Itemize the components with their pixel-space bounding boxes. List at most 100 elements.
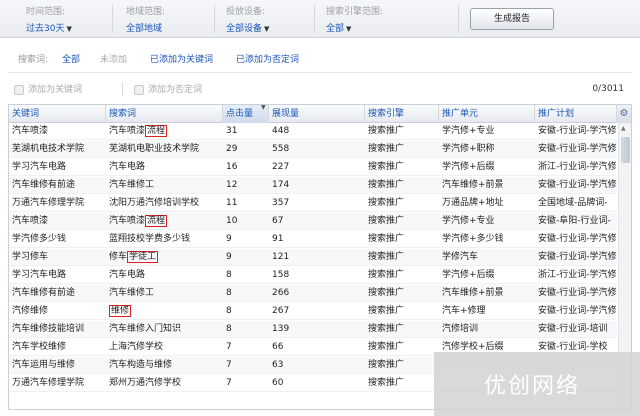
clicks-cell: 8 bbox=[226, 288, 232, 298]
search-engine-cell: 搜索推广 bbox=[368, 234, 405, 244]
impressions-cell: 63 bbox=[272, 360, 284, 370]
keyword-cell: 汽车喷漆 bbox=[12, 126, 49, 136]
col-search-term[interactable]: 搜索词 bbox=[106, 105, 223, 123]
table-row[interactable]: 学习修车 修车 学徒工 9 121 搜索推广 学修汽车 安徽-行业词-学汽修 bbox=[9, 249, 617, 266]
campaign-cell: 浙江-行业词-学汽修 bbox=[538, 270, 617, 280]
table-row[interactable]: 汽车维修有前途 汽车维修工 8 266 搜索推广 汽车维修+前景 安徽-行业词-学汽修 bbox=[9, 285, 617, 302]
search-term-text: 汽车维修工 bbox=[109, 288, 155, 298]
search-engine-cell: 搜索推广 bbox=[368, 342, 405, 352]
search-engine-cell: 搜索推广 bbox=[368, 180, 405, 190]
clicks-cell: 9 bbox=[226, 234, 232, 244]
clicks-cell: 11 bbox=[226, 198, 238, 208]
keyword-cell: 汽修维修 bbox=[12, 306, 49, 316]
divider bbox=[314, 5, 315, 33]
impressions-cell: 66 bbox=[272, 342, 284, 352]
table-toolbar: 添加为关键词 添加为否定词 0/3011 bbox=[0, 80, 640, 100]
search-term-text: 汽车电路 bbox=[109, 162, 146, 172]
region-select[interactable]: 全部地域 bbox=[126, 21, 165, 34]
clicks-cell: 7 bbox=[226, 378, 232, 388]
tab-not-added[interactable]: 未添加 bbox=[100, 52, 127, 65]
search-term-cell: 蓝翔技校学费多少钱 bbox=[106, 231, 223, 248]
table-row[interactable]: 学习汽车电路 汽车电路 16 227 搜索推广 学汽修+后缀 浙江-行业词-学汽修 bbox=[9, 159, 617, 176]
table-row[interactable]: 学习汽车电路 汽车电路 8 158 搜索推广 学汽修+后缀 浙江-行业词-学汽修 bbox=[9, 267, 617, 284]
campaign-cell: 安徽-阜阳-行业词- bbox=[538, 216, 611, 226]
add-negative-button[interactable]: 添加为否定词 bbox=[134, 82, 202, 95]
keyword-cell: 学习汽车电路 bbox=[12, 162, 67, 172]
impressions-cell: 266 bbox=[272, 288, 290, 298]
time-range-filter[interactable]: 时间范围: 过去30天 ▼ bbox=[26, 4, 72, 34]
search-term-text: 汽车喷漆 bbox=[109, 216, 146, 226]
campaign-cell: 安徽-行业词-学汽修 bbox=[538, 126, 617, 136]
scrollbar-thumb[interactable] bbox=[621, 137, 630, 163]
table-row[interactable]: 汽车维修技能培训 汽车维修入门知识 8 139 搜索推广 汽修培训 安徽-行业词-培训 bbox=[9, 321, 617, 338]
search-term-cell: 修车 学徒工 bbox=[106, 249, 223, 266]
search-term-cell: 汽车维修入门知识 bbox=[106, 321, 223, 338]
search-engine-cell: 搜索推广 bbox=[368, 162, 405, 172]
impressions-cell: 121 bbox=[272, 252, 290, 262]
gear-icon[interactable]: ⚙ bbox=[617, 105, 631, 123]
clicks-cell: 29 bbox=[226, 144, 238, 154]
keyword-cell: 汽车运用与维修 bbox=[12, 360, 76, 370]
ad-group-cell: 学汽修+专业 bbox=[442, 216, 495, 226]
chevron-down-icon: ▼ bbox=[66, 25, 72, 33]
impressions-cell: 91 bbox=[272, 234, 284, 244]
tab-added-keyword[interactable]: 已添加为关键词 bbox=[150, 52, 213, 65]
time-range-select[interactable]: 过去30天 ▼ bbox=[26, 21, 72, 34]
tab-added-negative[interactable]: 已添加为否定词 bbox=[236, 52, 299, 65]
keyword-cell: 学汽修多少钱 bbox=[12, 234, 67, 244]
divider bbox=[112, 5, 113, 33]
col-campaign[interactable]: 推广计划 bbox=[535, 105, 617, 123]
col-ad-group[interactable]: 推广单元 bbox=[439, 105, 535, 123]
keyword-cell: 万通汽车修理学院 bbox=[12, 378, 85, 388]
search-term-cell: 汽车喷漆 流程 bbox=[106, 213, 223, 230]
clicks-cell: 31 bbox=[226, 126, 238, 136]
campaign-cell: 安徽-行业词-学汽修 bbox=[538, 288, 617, 298]
generate-report-button[interactable]: 生成报告 bbox=[470, 8, 554, 30]
highlighted-term: 维修 bbox=[109, 305, 132, 317]
search-engine-filter[interactable]: 搜索引擎范围: 全部 ▼ bbox=[326, 4, 383, 34]
keyword-cell: 汽车喷漆 bbox=[12, 216, 49, 226]
device-label: 投放设备: bbox=[226, 7, 266, 17]
device-select[interactable]: 全部设备 ▼ bbox=[226, 21, 269, 34]
region-filter[interactable]: 地域范围: 全部地域 bbox=[126, 4, 165, 34]
tab-all[interactable]: 全部 bbox=[62, 52, 80, 65]
table-row[interactable]: 学汽修多少钱 蓝翔技校学费多少钱 9 91 搜索推广 学汽修+多少钱 安徽-行业词-学汽修 bbox=[9, 231, 617, 248]
table-row[interactable]: 汽车喷漆 汽车喷漆 流程 31 448 搜索推广 学汽修+专业 安徽-行业词-学汽修 bbox=[9, 123, 617, 140]
search-engine-cell: 搜索推广 bbox=[368, 216, 405, 226]
search-term-cell: 沈阳万通汽修培训学校 bbox=[106, 195, 223, 212]
search-engine-label: 搜索引擎范围: bbox=[326, 7, 384, 17]
impressions-cell: 227 bbox=[272, 162, 290, 172]
campaign-cell: 安徽-行业词-学汽修 bbox=[538, 180, 617, 190]
search-term-cell: 汽车电路 bbox=[106, 159, 223, 176]
search-engine-cell: 搜索推广 bbox=[368, 324, 405, 334]
col-keyword[interactable]: 关键词 bbox=[9, 105, 106, 123]
search-term-cell: 郑州万通汽修学校 bbox=[106, 375, 223, 392]
clicks-cell: 8 bbox=[226, 324, 232, 334]
col-search-engine[interactable]: 搜索引擎 bbox=[365, 105, 439, 123]
search-term-cell: 汽车电路 bbox=[106, 267, 223, 284]
table-row[interactable]: 汽修维修 维修 8 267 搜索推广 汽车+修理 安徽-行业词-学汽修 bbox=[9, 303, 617, 320]
campaign-cell: 安徽-行业词-学汽修 bbox=[538, 252, 617, 262]
table-row[interactable]: 万通汽车修理学院 沈阳万通汽修培训学校 11 357 搜索推广 万通品牌+地址 全国地域-品… bbox=[9, 195, 617, 212]
search-term-text: 汽车电路 bbox=[109, 270, 146, 280]
table-row[interactable]: 芜湖机电技术学院 芜湖机电职业技术学院 29 558 搜索推广 学汽修+职称 安徽-行业词-… bbox=[9, 141, 617, 158]
search-engine-select[interactable]: 全部 ▼ bbox=[326, 21, 383, 34]
add-keyword-button[interactable]: 添加为关键词 bbox=[14, 82, 82, 95]
impressions-cell: 448 bbox=[272, 126, 290, 136]
table-row[interactable]: 汽车喷漆 汽车喷漆 流程 10 67 搜索推广 学汽修+专业 安徽-阜阳-行业词- bbox=[9, 213, 617, 230]
device-filter[interactable]: 投放设备: 全部设备 ▼ bbox=[226, 4, 269, 34]
search-term-cell: 汽车维修工 bbox=[106, 177, 223, 194]
watermark-text: 优创网络 bbox=[484, 374, 581, 399]
scroll-up-icon[interactable]: ▲ bbox=[621, 125, 626, 132]
filter-bar: 时间范围: 过去30天 ▼ 地域范围: 全部地域 投放设备: 全部设备 ▼ 搜索引擎… bbox=[0, 0, 640, 38]
impressions-cell: 174 bbox=[272, 180, 290, 190]
ad-group-cell: 万通品牌+地址 bbox=[442, 198, 504, 208]
ad-group-cell: 汽车维修+前景 bbox=[442, 180, 504, 190]
keyword-cell: 学习汽车电路 bbox=[12, 270, 67, 280]
ad-group-cell: 汽修培训 bbox=[442, 324, 479, 334]
col-impressions[interactable]: 展现量 bbox=[269, 105, 365, 123]
search-engine-cell: 搜索推广 bbox=[368, 270, 405, 280]
clicks-cell: 7 bbox=[226, 342, 232, 352]
add-icon bbox=[134, 84, 144, 95]
table-row[interactable]: 汽车维修有前途 汽车维修工 12 174 搜索推广 汽车维修+前景 安徽-行业词-学汽修 bbox=[9, 177, 617, 194]
